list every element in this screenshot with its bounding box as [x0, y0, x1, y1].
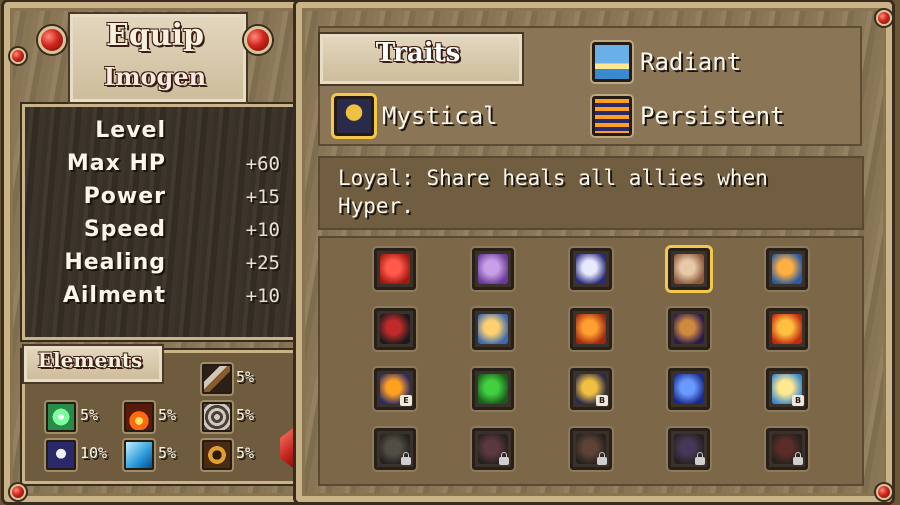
trait-slot[interactable] [472, 368, 514, 410]
blue-shield-icon [674, 374, 704, 404]
trait-slot[interactable] [668, 308, 710, 350]
element-resist-value: 5% [80, 406, 99, 424]
element-resist-value: 5% [158, 406, 177, 424]
explosion-icon [772, 314, 802, 344]
scales-icon [478, 314, 508, 344]
trait-slot[interactable] [570, 428, 612, 470]
element-resist-value: 10% [80, 444, 108, 462]
trait-slot[interactable] [374, 308, 416, 350]
tier-badge: B [596, 395, 608, 406]
trait-persistent[interactable]: Persistent [592, 96, 822, 136]
trait-slot[interactable]: B [766, 368, 808, 410]
trait-slot[interactable] [766, 248, 808, 290]
book-arrow-icon [592, 96, 632, 136]
trait-slot[interactable]: B [570, 368, 612, 410]
trait-slot[interactable]: E [374, 368, 416, 410]
corner-gem-bl [10, 484, 26, 500]
element-resist-value: 5% [236, 444, 255, 462]
trait-mystical-label: Mystical [382, 102, 498, 130]
crown-shield-icon [334, 96, 374, 136]
trait-mystical[interactable]: Mystical [334, 96, 564, 136]
stat-value-power: +15 [245, 186, 280, 208]
corner-gem-br [876, 484, 892, 500]
light-burst-icon [46, 402, 76, 432]
trait-slot[interactable] [472, 308, 514, 350]
red-orb-icon [380, 254, 410, 284]
trait-persistent-label: Persistent [640, 102, 785, 130]
stat-name-healing: Healing [64, 250, 166, 275]
title-gem-left [38, 26, 66, 54]
stat-value-speed: +10 [245, 219, 280, 241]
sunrise-icon [592, 42, 632, 82]
stat-name-speed: Speed [83, 217, 166, 242]
trait-slot[interactable] [570, 248, 612, 290]
stat-name-max-hp: Max HP [66, 151, 166, 176]
trait-slot[interactable] [766, 308, 808, 350]
trait-radiant-label: Radiant [640, 48, 742, 76]
stat-value-healing: +25 [245, 252, 280, 274]
lock-icon [499, 452, 509, 465]
fire-icon [124, 402, 154, 432]
element-resist-value: 5% [236, 406, 255, 424]
corner-gem-tl [10, 48, 26, 64]
stat-name-ailment: Ailment [62, 283, 166, 308]
trait-description: Loyal: Share heals all allies when Hyper… [338, 166, 768, 218]
dark-orb-icon [380, 314, 410, 344]
trait-slot[interactable] [570, 308, 612, 350]
bat-icon [674, 314, 704, 344]
title-gem-right [244, 26, 272, 54]
heart-hands-icon [674, 254, 704, 284]
green-dragon-icon [478, 374, 508, 404]
trait-slot[interactable] [374, 428, 416, 470]
lock-icon [793, 452, 803, 465]
nun-portrait-icon [478, 254, 508, 284]
lock-icon [695, 452, 705, 465]
spark-cross-icon [772, 254, 802, 284]
trait-slot[interactable] [668, 368, 710, 410]
trait-slot[interactable] [668, 248, 710, 290]
trait-slot[interactable] [668, 428, 710, 470]
ice-crystal-icon [124, 440, 154, 470]
tier-badge: E [400, 395, 412, 406]
tier-badge: B [792, 395, 804, 406]
stat-value-ailment: +10 [245, 285, 280, 307]
flame-fist-icon [576, 314, 606, 344]
stat-name-level: Level [95, 118, 166, 143]
corner-gem-tr [876, 10, 892, 26]
stat-name-power: Power [83, 184, 166, 209]
equip-screen: Equip Imogen Elements Traits Mystical Ra… [0, 0, 900, 505]
skull-icon [46, 440, 76, 470]
lock-icon [401, 452, 411, 465]
lock-icon [597, 452, 607, 465]
star-burst-icon [576, 254, 606, 284]
trait-slot[interactable] [374, 248, 416, 290]
element-resist-value: 5% [158, 444, 177, 462]
traits-title: Traits [375, 38, 461, 68]
element-resist-value: 5% [236, 368, 255, 386]
elements-title: Elements [37, 348, 143, 372]
trait-slot[interactable] [472, 248, 514, 290]
trait-slot[interactable] [766, 428, 808, 470]
stat-value-max-hp: +60 [245, 153, 280, 175]
trait-radiant[interactable]: Radiant [592, 42, 822, 82]
trait-slot[interactable] [472, 428, 514, 470]
sword-icon [202, 364, 232, 394]
wind-swirl-icon [202, 402, 232, 432]
equip-title: Equip [105, 18, 205, 53]
spider-icon [202, 440, 232, 470]
character-name: Imogen [103, 62, 207, 91]
